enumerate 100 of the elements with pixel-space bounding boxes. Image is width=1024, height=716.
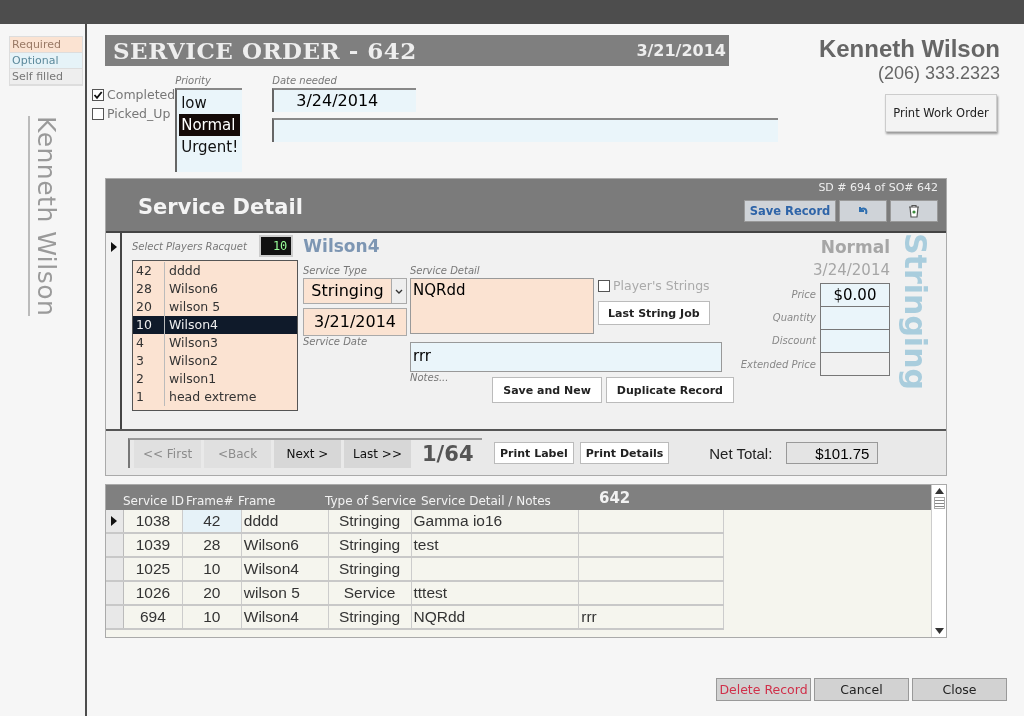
column-header: Service ID: [123, 494, 182, 508]
legend-label: Required: [10, 37, 82, 53]
table-cell: dddd: [241, 510, 329, 532]
price-field[interactable]: [820, 306, 890, 329]
table-cell: wilson 5: [241, 582, 329, 604]
date-display: 3/24/2014: [813, 261, 890, 279]
scroll-up-icon[interactable]: [934, 488, 944, 494]
scroll-down-icon[interactable]: [934, 628, 944, 634]
caret-icon: [395, 288, 403, 294]
table-cell: NQRdd: [411, 606, 580, 628]
net-total-field: $101.75: [786, 442, 879, 464]
column-header: Service Detail / Notes: [421, 494, 552, 508]
checkbox[interactable]: [598, 279, 610, 292]
nav-button[interactable]: Last >>: [344, 440, 411, 468]
print-details-button[interactable]: Print Details: [579, 442, 670, 464]
priority-list[interactable]: low Normal Urgent!: [175, 88, 243, 172]
table-cell: 1025: [123, 558, 183, 580]
table-cell: test: [411, 534, 580, 556]
service-date-field[interactable]: 3/21/2014: [303, 308, 407, 336]
table-cell: Wilson4: [241, 558, 329, 580]
table-cell: Wilson4: [241, 606, 329, 628]
priority-display: Normal: [820, 237, 890, 257]
table-cell: rrr: [579, 606, 724, 628]
trash-icon: [908, 204, 920, 218]
racquet-list[interactable]: 42 dddd 28 Wilson6 20 wilson 5 10 Wilson4 4 Wilson3 3 Wilson2 2 wilson1 1 head extreme: [132, 260, 298, 411]
table-cell: 28: [182, 534, 242, 556]
table-cell: 1038: [123, 510, 183, 532]
order-date: 3/21/2014: [636, 41, 726, 60]
checkbox-label: Picked_Up: [107, 106, 171, 121]
customer-phone: (206) 333.2323: [877, 63, 1000, 84]
table-cell: 10: [182, 558, 242, 580]
date-field[interactable]: 3/24/2014: [272, 88, 417, 112]
field-label: Quantity: [771, 312, 816, 323]
racquet-item[interactable]: 28 Wilson6: [133, 280, 297, 298]
racquet-item[interactable]: 2 wilson1: [133, 370, 297, 388]
customer-name: Kenneth Wilson: [818, 35, 1000, 63]
print-work-order-button[interactable]: Print Work Order: [885, 94, 997, 132]
legend-label: Optional: [10, 53, 82, 69]
field-label: Extended Price: [740, 358, 816, 370]
price-field[interactable]: [820, 329, 890, 352]
checkbox[interactable]: [92, 107, 104, 120]
save-and-new-button[interactable]: Save and New: [492, 377, 602, 403]
table-cell: 42: [182, 510, 242, 532]
checkbox-label: Player's Strings: [613, 278, 710, 293]
price-field[interactable]: $0.00: [820, 283, 890, 306]
racquet-item[interactable]: 3 Wilson2: [133, 352, 297, 370]
racquet-item[interactable]: 4 Wilson3: [133, 334, 297, 352]
field-label: Service Detail: [410, 265, 481, 276]
scroll-bar[interactable]: [931, 485, 946, 637]
table-cell: Gamma io16: [411, 510, 580, 532]
order-title: SERVICE ORDER - 642: [113, 37, 417, 64]
text-field[interactable]: [272, 118, 779, 142]
table-cell: tttest: [411, 582, 580, 604]
duplicate-record-button[interactable]: Duplicate Record: [605, 377, 734, 403]
last-string-job-button[interactable]: Last String Job: [598, 301, 710, 325]
delete-button[interactable]: [890, 200, 938, 222]
nav-button[interactable]: Next >: [274, 440, 341, 468]
table-cell: Stringing: [328, 558, 412, 580]
save-record-button[interactable]: Save Record: [744, 200, 836, 222]
racquet-number: 10: [258, 235, 294, 257]
notes-field[interactable]: rrr: [410, 342, 722, 372]
list-option[interactable]: Normal: [179, 114, 241, 136]
scroll-thumb[interactable]: [933, 497, 945, 509]
table-cell: 694: [123, 606, 183, 628]
table-cell: Wilson6: [241, 534, 329, 556]
footer-button[interactable]: Cancel: [814, 678, 909, 701]
record-info: SD # 694 of SO# 642: [818, 181, 938, 194]
print-label-button[interactable]: Print Label: [494, 442, 574, 464]
service-detail-field[interactable]: NQRdd: [410, 278, 594, 334]
checkbox[interactable]: [92, 88, 104, 101]
footer-button[interactable]: Close: [912, 678, 1007, 701]
field-label: Priority: [175, 75, 212, 86]
row-selector[interactable]: [106, 510, 124, 532]
field-label: Date needed: [272, 75, 338, 86]
racquet-item[interactable]: 42 dddd: [133, 262, 297, 280]
table-cell: Stringing: [328, 606, 412, 628]
legend-label: Self filled: [10, 69, 82, 85]
column-header: Frame: [238, 494, 277, 508]
service-type-select[interactable]: Stringing: [303, 278, 407, 304]
field-label: Select Players Racquet: [132, 240, 247, 252]
field-label: Discount: [771, 335, 816, 346]
field-label: Service Date: [303, 336, 369, 347]
racquet-item[interactable]: 1 head extreme: [133, 388, 297, 406]
record-position: 1/64: [422, 442, 474, 466]
checkbox-label: Completed: [107, 87, 176, 102]
list-option[interactable]: Urgent!: [179, 136, 241, 158]
column-header: Type of Service: [325, 494, 418, 508]
field-label: Price: [790, 289, 816, 300]
price-field[interactable]: [820, 352, 890, 376]
list-option[interactable]: low: [179, 92, 241, 114]
field-label: Service Type: [303, 265, 368, 276]
field-label: Notes...: [410, 372, 449, 385]
racquet-name: Wilson4: [303, 236, 380, 256]
undo-icon: [857, 205, 869, 217]
table-cell: 1039: [123, 534, 183, 556]
net-total-label: Net Total:: [709, 444, 773, 462]
undo-button[interactable]: [839, 200, 887, 222]
customer-name: Kenneth Wilson: [28, 116, 61, 317]
racquet-item[interactable]: 10 Wilson4: [133, 316, 297, 334]
table-cell: Stringing: [328, 510, 412, 532]
